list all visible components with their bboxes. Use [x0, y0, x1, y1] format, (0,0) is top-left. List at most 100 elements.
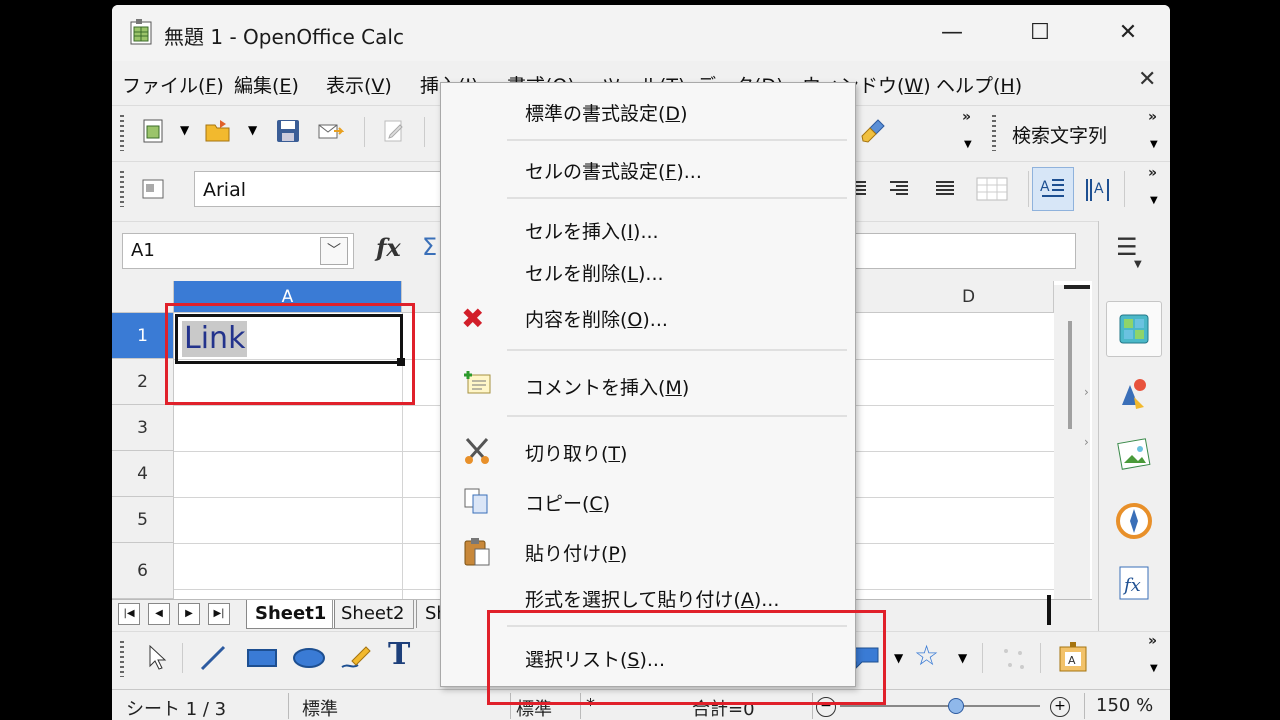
calc-window: 無題 1 - OpenOffice Calc — ☐ ✕ ファイル(F) 編集(… [112, 5, 1170, 720]
name-box-dropdown-icon[interactable]: ﹀ [320, 237, 348, 265]
zoom-slider-thumb[interactable] [948, 698, 964, 714]
functions-deck-icon[interactable]: fx [1112, 561, 1156, 605]
context-item-delete-contents[interactable]: 内容を削除(O)... [525, 305, 668, 332]
menu-file[interactable]: ファイル(F) [122, 71, 224, 98]
styles-formatting-icon[interactable] [140, 175, 168, 203]
text-tool-icon[interactable]: T [388, 637, 410, 672]
select-pointer-icon[interactable] [146, 643, 168, 671]
close-document-button[interactable]: ✕ [1138, 67, 1156, 92]
toolbar-grip[interactable] [120, 171, 124, 207]
function-wizard-icon[interactable]: fx [376, 233, 401, 262]
text-direction-ttb-icon[interactable]: A [1084, 177, 1114, 203]
gallery-deck-icon[interactable] [1112, 433, 1156, 477]
sidebar-collapse-icon[interactable]: › [1084, 385, 1089, 399]
context-item-insert-cells[interactable]: セルを挿入(I)... [525, 217, 659, 244]
context-item-paste-special[interactable]: 形式を選択して貼り付け(A)... [525, 585, 779, 612]
toolbar-overflow-icon[interactable]: » [962, 109, 971, 125]
context-item-copy[interactable]: コピー(C) [525, 489, 610, 516]
maximize-button[interactable]: ☐ [1010, 13, 1070, 53]
context-item-format-cells[interactable]: セルの書式設定(F)... [525, 157, 702, 184]
menu-edit[interactable]: 編集(E) [234, 71, 299, 98]
formatting-toolbar-overflow-icon[interactable]: » [1148, 165, 1157, 181]
scrollbar-thumb[interactable] [1068, 321, 1072, 429]
drawing-toolbar-dropdown-icon[interactable]: ▼ [1150, 663, 1158, 674]
zoom-level-status[interactable]: 150 % [1096, 695, 1153, 716]
find-toolbar-label[interactable]: 検索文字列 [1012, 121, 1107, 148]
sum-icon[interactable]: Σ [422, 233, 437, 261]
callout-dropdown-icon[interactable]: ▼ [894, 651, 903, 665]
styles-deck-icon[interactable] [1112, 371, 1156, 415]
formula-input[interactable] [852, 233, 1076, 269]
toolbar-dropdown-icon[interactable]: ▼ [964, 139, 972, 150]
properties-deck-button[interactable] [1106, 301, 1162, 357]
zoom-in-icon[interactable]: + [1050, 697, 1070, 717]
align-right-icon[interactable] [888, 179, 910, 199]
toolbar-grip[interactable] [992, 115, 996, 151]
dropdown-arrow-icon[interactable]: ▼ [248, 123, 257, 137]
row-header-4[interactable]: 4 [112, 451, 174, 497]
cut-scissors-icon [465, 438, 489, 464]
horizontal-scroll-splitter[interactable] [1047, 595, 1051, 625]
context-item-cut[interactable]: 切り取り(T) [525, 439, 627, 466]
dropdown-arrow-icon[interactable]: ▼ [180, 123, 189, 137]
justify-icon[interactable] [934, 179, 956, 199]
save-icon[interactable] [274, 117, 302, 145]
scrollbar-splitter[interactable] [1064, 285, 1090, 289]
wrap-text-toggle[interactable]: A [1032, 167, 1074, 211]
navigator-deck-icon[interactable] [1112, 499, 1156, 543]
ellipse-tool-icon[interactable] [292, 645, 326, 671]
last-sheet-button[interactable]: ▶| [208, 603, 230, 625]
context-item-default-formatting[interactable]: 標準の書式設定(D) [525, 99, 687, 126]
toolbar-grip[interactable] [120, 641, 124, 677]
copy-icon [464, 488, 488, 514]
context-item-delete-cells[interactable]: セルを削除(L)... [525, 259, 664, 286]
open-folder-icon[interactable] [204, 117, 232, 145]
clone-formatting-icon[interactable] [860, 117, 888, 145]
merge-cells-icon[interactable] [976, 177, 1008, 201]
row-header-5[interactable]: 5 [112, 497, 174, 543]
svg-text:fx: fx [1122, 575, 1141, 596]
toolbar-grip[interactable] [120, 115, 124, 151]
toolbar-separator [982, 643, 983, 673]
row-header-3[interactable]: 3 [112, 405, 174, 451]
title-bar: 無題 1 - OpenOffice Calc — ☐ ✕ [112, 5, 1170, 61]
sheet-tab-sheet2[interactable]: Sheet2 [332, 600, 414, 629]
insert-comment-icon [464, 371, 491, 394]
context-item-insert-comment[interactable]: コメントを挿入(M) [525, 373, 689, 400]
context-item-paste[interactable]: 貼り付け(P) [525, 539, 627, 566]
email-icon[interactable] [316, 117, 344, 145]
points-icon[interactable] [998, 643, 1028, 673]
svg-text:A: A [1040, 179, 1050, 195]
stars-dropdown-icon[interactable]: ▼ [958, 651, 967, 665]
previous-sheet-button[interactable]: ◀ [148, 603, 170, 625]
next-sheet-button[interactable]: ▶ [178, 603, 200, 625]
formatting-toolbar-dropdown-icon[interactable]: ▼ [1150, 195, 1158, 206]
sidebar-menu-icon[interactable]: ☰ [1116, 233, 1138, 261]
stars-tool-icon[interactable]: ☆ [914, 639, 939, 672]
page-style-status[interactable]: 標準 [302, 695, 338, 720]
edit-file-icon[interactable] [380, 117, 408, 145]
zoom-slider[interactable] [840, 705, 1040, 707]
line-tool-icon[interactable] [198, 643, 228, 673]
window-title: 無題 1 - OpenOffice Calc [164, 25, 404, 49]
find-toolbar-overflow-icon[interactable]: » [1148, 109, 1157, 125]
sheet-tab-sheet1[interactable]: Sheet1 [246, 600, 336, 629]
rectangle-tool-icon[interactable] [246, 645, 278, 671]
first-sheet-button[interactable]: |◀ [118, 603, 140, 625]
freeform-line-icon[interactable] [338, 641, 372, 673]
toolbar-separator [364, 117, 365, 147]
sidebar-menu-dropdown-icon[interactable]: ▼ [1134, 259, 1142, 270]
column-header-d-label: D [962, 287, 976, 307]
menu-help[interactable]: ヘルプ(H) [936, 71, 1022, 98]
new-document-icon[interactable] [140, 117, 168, 145]
drawing-toolbar-overflow-icon[interactable]: » [1148, 633, 1157, 649]
fontwork-icon[interactable]: A [1056, 639, 1090, 675]
find-toolbar-dropdown-icon[interactable]: ▼ [1150, 139, 1158, 150]
status-separator [1084, 693, 1085, 719]
minimize-button[interactable]: — [922, 13, 982, 53]
sidebar-expand-icon[interactable]: › [1084, 435, 1089, 449]
vertical-scrollbar[interactable]: › › [1054, 285, 1090, 599]
menu-view[interactable]: 表示(V) [326, 71, 392, 98]
close-button[interactable]: ✕ [1098, 13, 1158, 53]
row-header-6[interactable]: 6 [112, 543, 174, 599]
